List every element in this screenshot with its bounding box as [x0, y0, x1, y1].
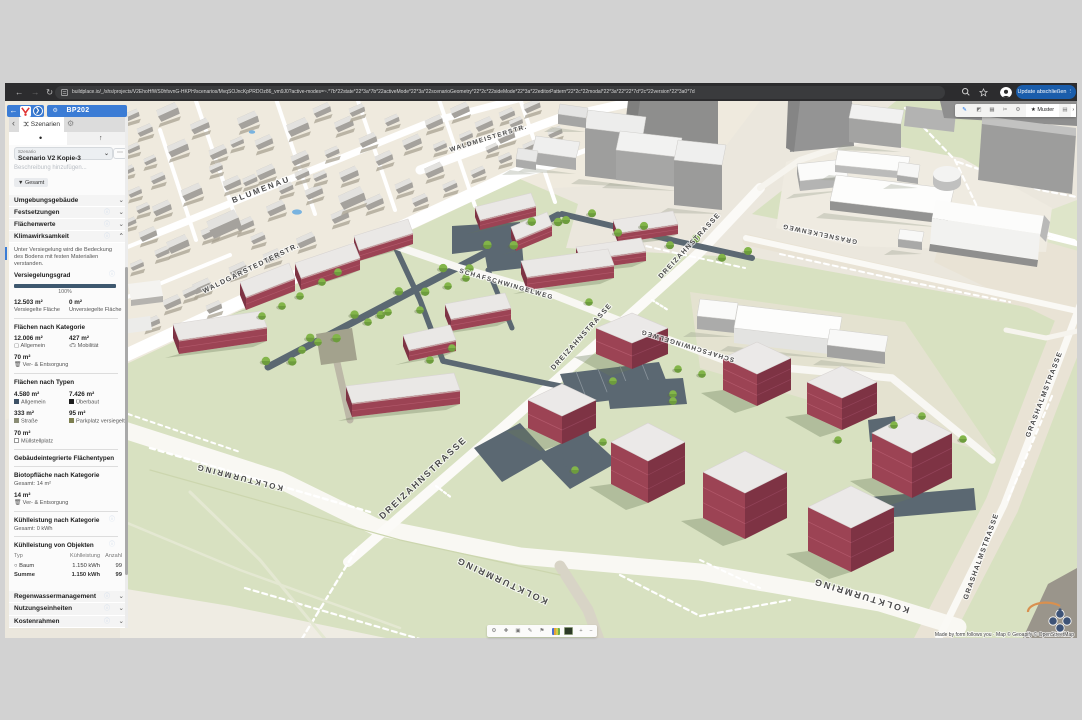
svg-text:Made by form follows you · Map: Made by form follows you · Map © Geoapif… [935, 631, 1074, 638]
